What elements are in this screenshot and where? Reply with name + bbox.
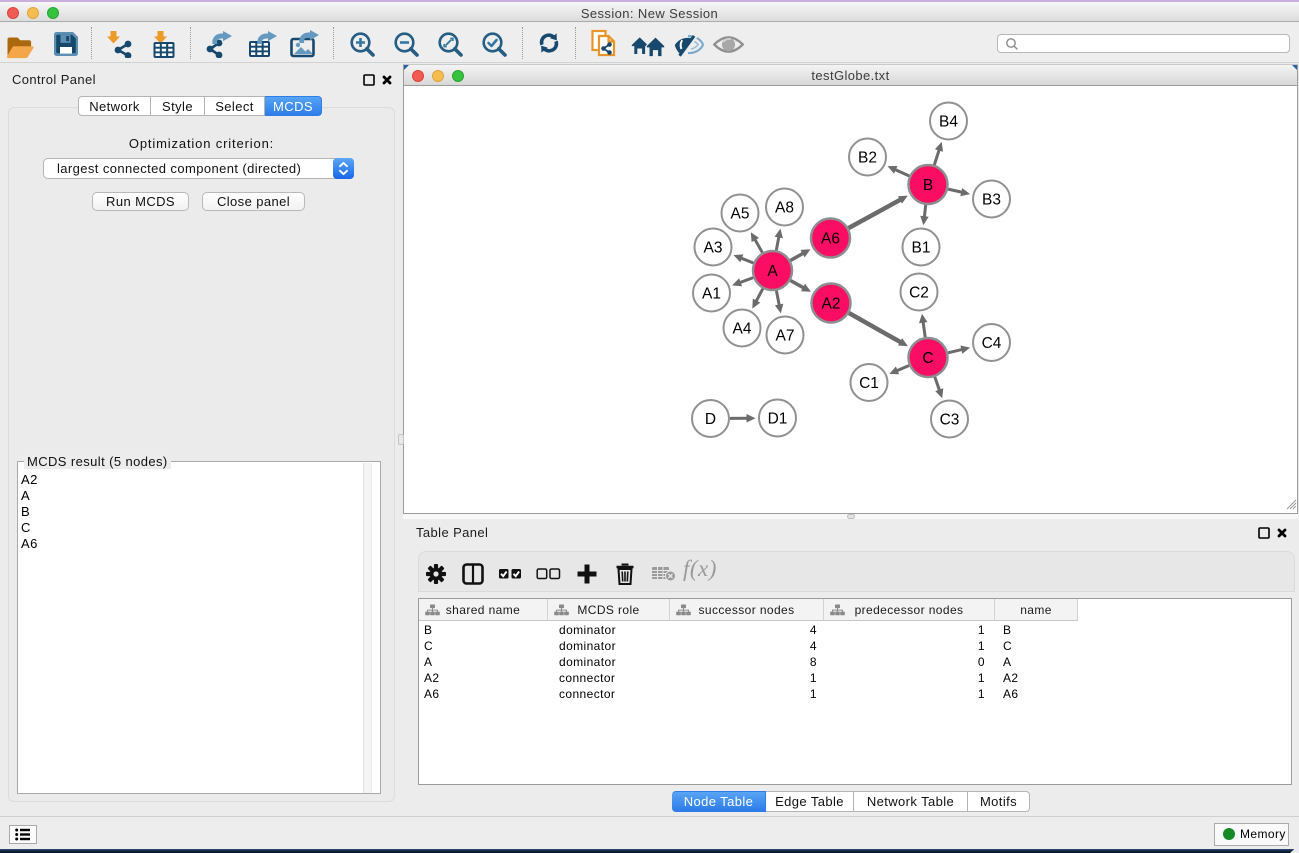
- svg-text:D: D: [705, 411, 716, 428]
- svg-text:B4: B4: [939, 114, 958, 131]
- svg-text:C2: C2: [909, 285, 929, 302]
- svg-text:C1: C1: [859, 375, 879, 392]
- svg-text:B3: B3: [982, 192, 1001, 209]
- svg-text:D1: D1: [768, 411, 788, 428]
- svg-text:C: C: [922, 350, 933, 367]
- svg-text:A: A: [767, 263, 778, 280]
- svg-text:A1: A1: [702, 286, 721, 303]
- svg-text:A2: A2: [822, 296, 841, 313]
- svg-text:B: B: [923, 177, 933, 194]
- svg-text:A4: A4: [733, 321, 752, 338]
- svg-text:C4: C4: [982, 335, 1002, 352]
- svg-text:B2: B2: [858, 150, 877, 167]
- svg-text:B1: B1: [912, 240, 931, 257]
- svg-text:A3: A3: [704, 240, 723, 257]
- svg-text:A6: A6: [821, 231, 840, 248]
- svg-text:A8: A8: [775, 200, 794, 217]
- svg-text:A7: A7: [776, 328, 795, 345]
- svg-text:C3: C3: [940, 412, 960, 429]
- svg-text:A5: A5: [731, 206, 750, 223]
